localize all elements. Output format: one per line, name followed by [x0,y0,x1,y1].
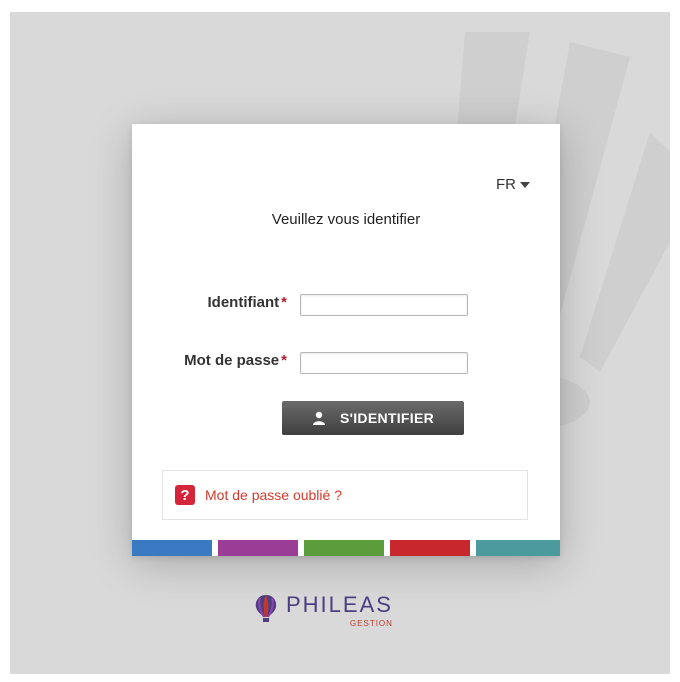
color-bar-green [304,540,384,556]
login-card: FR Veuillez vous identifier Identifiant *… [132,124,560,556]
password-label-text: Mot de passe [184,352,280,369]
brand-name: PHILEAS [286,592,393,617]
color-bar-purple [218,540,298,556]
password-label: Mot de passe * [147,352,287,369]
color-bars [132,540,560,556]
required-mark: * [281,294,287,311]
username-label: Identifiant * [147,294,287,311]
login-page-background: FR Veuillez vous identifier Identifiant *… [10,12,670,674]
color-bar-red [390,540,470,556]
language-label: FR [496,176,516,193]
forgot-password-link[interactable]: ? Mot de passe oublié ? [162,470,528,520]
color-bar-teal [476,540,560,556]
language-selector[interactable]: FR [496,176,530,193]
hot-air-balloon-icon [255,595,277,622]
username-input[interactable] [300,294,468,316]
brand-subtitle: GESTION [349,619,393,628]
color-bar-blue [132,540,212,556]
password-input[interactable] [300,352,468,374]
required-mark: * [281,352,287,369]
login-button-label: S'IDENTIFIER [339,410,435,426]
forgot-password-label: Mot de passe oublié ? [205,487,342,503]
form-title: Veuillez vous identifier [271,211,421,228]
username-label-text: Identifiant [207,294,280,311]
user-icon [312,411,325,425]
brand-logo: PHILEAS GESTION [254,594,393,628]
question-icon: ? [175,485,195,505]
caret-down-icon [520,182,530,188]
login-button[interactable]: S'IDENTIFIER [282,401,464,435]
